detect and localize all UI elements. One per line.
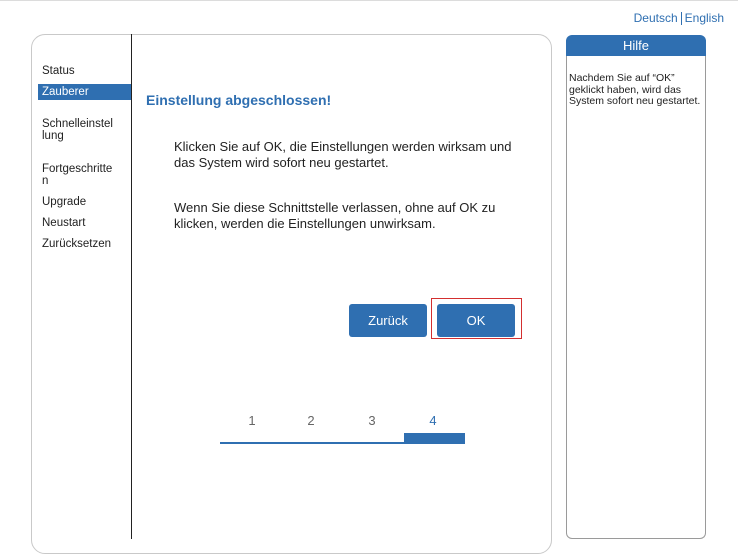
language-separator — [680, 11, 682, 25]
sidebar-item-label: Schnelleinstel lung — [42, 118, 113, 142]
sidebar-item-zuruecksetzen[interactable]: Zurücksetzen — [38, 236, 131, 252]
step-4-current: 4 — [429, 413, 437, 428]
sidebar-divider — [131, 34, 132, 539]
sidebar-item-label: Upgrade — [42, 196, 87, 208]
top-divider — [0, 0, 738, 1]
sidebar-item-label: Neustart — [42, 217, 86, 229]
info-text-warning: Wenn Sie diese Schnittstelle verlassen, … — [174, 200, 496, 231]
back-button[interactable]: Zurück — [349, 304, 427, 337]
page-title: Einstellung abgeschlossen! — [146, 92, 332, 108]
ok-button[interactable]: OK — [437, 304, 515, 337]
sidebar-item-zauberer[interactable]: Zauberer — [38, 84, 131, 100]
sidebar-item-neustart[interactable]: Neustart — [38, 215, 131, 231]
step-indicator: 1 2 3 4 — [220, 413, 465, 447]
help-title: Hilfe — [566, 35, 706, 56]
sidebar-nav: Status Zauberer Schnelleinstel lung Fort… — [38, 63, 131, 252]
sidebar-item-label: Zauberer — [42, 86, 89, 98]
info-text-confirm: Klicken Sie auf OK, die Einstellungen we… — [174, 139, 512, 170]
step-2: 2 — [307, 413, 315, 428]
step-1: 1 — [248, 413, 256, 428]
language-english-link[interactable]: English — [685, 11, 724, 25]
step-track — [220, 442, 465, 444]
step-3: 3 — [368, 413, 376, 428]
sidebar-item-label: Fortgeschritte n — [42, 163, 113, 187]
language-switcher: Deutsch English — [634, 11, 724, 25]
sidebar-item-label: Status — [42, 65, 75, 77]
help-text: Nachdem Sie auf “OK” geklickt haben, wir… — [569, 72, 701, 107]
sidebar-item-fortgeschritten[interactable]: Fortgeschritte n — [38, 149, 131, 189]
sidebar-item-schnelleinstellung[interactable]: Schnelleinstel lung — [38, 104, 131, 144]
sidebar-item-label: Zurücksetzen — [42, 238, 112, 250]
help-panel — [566, 56, 706, 539]
language-deutsch-link[interactable]: Deutsch — [634, 11, 678, 25]
sidebar-item-status[interactable]: Status — [38, 63, 131, 79]
sidebar-item-upgrade[interactable]: Upgrade — [38, 194, 131, 210]
